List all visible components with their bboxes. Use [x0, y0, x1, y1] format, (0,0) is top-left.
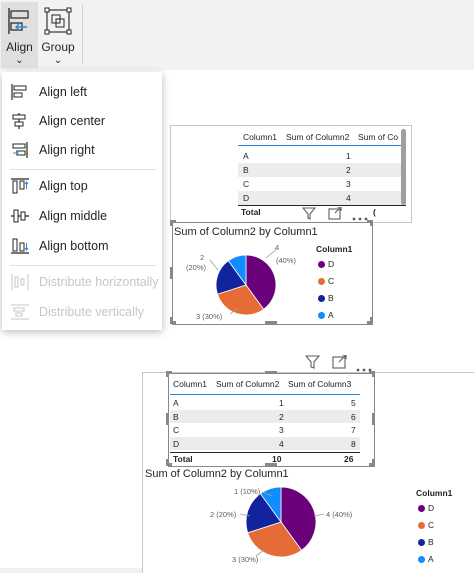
row-band	[238, 163, 406, 177]
table-total-cell: (	[373, 207, 376, 217]
table-cell: D	[243, 193, 250, 203]
align-label: Align	[6, 40, 33, 54]
table-cell: B	[173, 412, 179, 422]
pie-title: Sum of Column2 by Column1	[174, 226, 318, 238]
table-cell: 2	[279, 412, 284, 422]
table-header-cell[interactable]: Column1	[243, 132, 277, 142]
table-cell: A	[243, 151, 249, 161]
table-header-cell[interactable]: Column1	[173, 379, 207, 389]
legend-marker	[418, 539, 425, 546]
pie-data-label: 4 (40%)	[326, 510, 353, 519]
menu-item-align-right[interactable]: Align right	[2, 136, 162, 164]
legend-marker	[418, 505, 425, 512]
table-header-cell[interactable]: Sum of Column3	[288, 379, 351, 389]
menu-item-align-bottom[interactable]: Align bottom	[2, 232, 162, 260]
align-middle-icon	[10, 207, 30, 225]
bottom-table[interactable]: Column1 Sum of Column2 Sum of Column3 A …	[170, 375, 360, 464]
legend-marker	[318, 261, 325, 268]
group-icon	[43, 6, 73, 39]
ribbon-divider	[82, 4, 83, 64]
table-header: Column1 Sum of Column2 Sum of Co	[238, 127, 406, 146]
row-band	[238, 191, 406, 205]
align-center-icon	[10, 112, 30, 130]
row-band	[170, 437, 360, 450]
top-table[interactable]: Column1 Sum of Column2 Sum of Co A 1 B 2…	[238, 127, 406, 217]
table-cell: 2	[346, 165, 351, 175]
align-top-icon	[10, 177, 30, 195]
align-icon	[6, 6, 34, 39]
align-bottom-icon	[10, 237, 30, 255]
table-cell: 3	[279, 425, 284, 435]
table-header: Column1 Sum of Column2 Sum of Column3	[170, 375, 360, 395]
ribbon: Align ⌄ Group ⌄	[0, 0, 474, 70]
align-button[interactable]: Align ⌄	[1, 2, 38, 68]
menu-item-distribute-vertically[interactable]: Distribute vertically	[2, 298, 162, 326]
table-cell: 7	[351, 425, 356, 435]
align-right-icon	[10, 141, 30, 159]
menu-item-distribute-horizontally[interactable]: Distribute horizontally	[2, 268, 162, 296]
menu-item-align-middle[interactable]: Align middle	[2, 202, 162, 230]
table-header-cell[interactable]: Sum of Column2	[216, 379, 279, 389]
table-total-label: Total	[241, 207, 261, 217]
resize-handle[interactable]	[170, 220, 173, 226]
legend-marker	[318, 278, 325, 285]
table-cell: B	[243, 165, 249, 175]
table-total-cell: 26	[344, 454, 354, 464]
menu-divider	[10, 265, 156, 266]
menu-divider	[10, 169, 156, 170]
table-cell: C	[243, 179, 250, 189]
legend-marker	[318, 312, 325, 319]
row-band	[170, 410, 360, 423]
table-cell: 4	[346, 193, 351, 203]
align-left-icon	[10, 83, 30, 101]
legend-marker	[418, 556, 425, 563]
pie-data-label: 3 (30%)	[232, 555, 259, 564]
pie-leader-lines	[209, 247, 279, 315]
resize-handle[interactable]	[370, 220, 373, 226]
pie-data-label: 1 (10%)	[234, 487, 261, 496]
pie-title: Sum of Column2 by Column1	[145, 468, 289, 480]
legend-marker	[418, 522, 425, 529]
table-cell: 8	[351, 439, 356, 449]
distribute-vertically-icon	[10, 303, 30, 321]
table-cell: 1	[346, 151, 351, 161]
resize-handle[interactable]	[265, 371, 277, 374]
chevron-down-icon: ⌄	[53, 55, 63, 66]
align-dropdown-menu: Align left Align center Align right Alig…	[2, 72, 162, 330]
resize-handle[interactable]	[372, 413, 375, 425]
table-cell: 1	[279, 398, 284, 408]
table-header-cell[interactable]: Sum of Column2	[286, 132, 349, 142]
table-cell: 6	[351, 412, 356, 422]
menu-item-align-left[interactable]: Align left	[2, 78, 162, 106]
table-cell: 4	[279, 439, 284, 449]
table-total-cell: 10	[272, 454, 282, 464]
table-header-cell[interactable]: Sum of Co	[358, 132, 398, 142]
menu-item-align-center[interactable]: Align center	[2, 107, 162, 135]
resize-handle[interactable]	[372, 371, 375, 377]
group-label: Group	[41, 40, 75, 54]
resize-handle[interactable]	[372, 459, 375, 465]
resize-handle[interactable]	[170, 267, 173, 279]
legend-title: Column1	[416, 488, 453, 498]
distribute-horizontally-icon	[10, 273, 30, 291]
resize-handle[interactable]	[166, 459, 169, 465]
legend-title: Column1	[316, 244, 353, 254]
group-button[interactable]: Group ⌄	[40, 2, 76, 68]
table-cell: A	[173, 398, 179, 408]
resize-handle[interactable]	[166, 413, 169, 425]
resize-handle[interactable]	[166, 371, 169, 377]
chevron-down-icon: ⌄	[15, 55, 24, 66]
menu-item-align-top[interactable]: Align top	[2, 172, 162, 200]
vertical-scrollbar[interactable]	[401, 129, 406, 205]
table-cell: 5	[351, 398, 356, 408]
table-total-label: Total	[173, 454, 193, 464]
table-cell: 3	[346, 179, 351, 189]
pie-data-label: 2 (20%)	[210, 510, 237, 519]
table-cell: D	[173, 439, 180, 449]
table-cell: C	[173, 425, 180, 435]
resize-handle[interactable]	[170, 317, 173, 323]
legend-marker	[318, 295, 325, 302]
resize-handle[interactable]	[370, 317, 373, 323]
